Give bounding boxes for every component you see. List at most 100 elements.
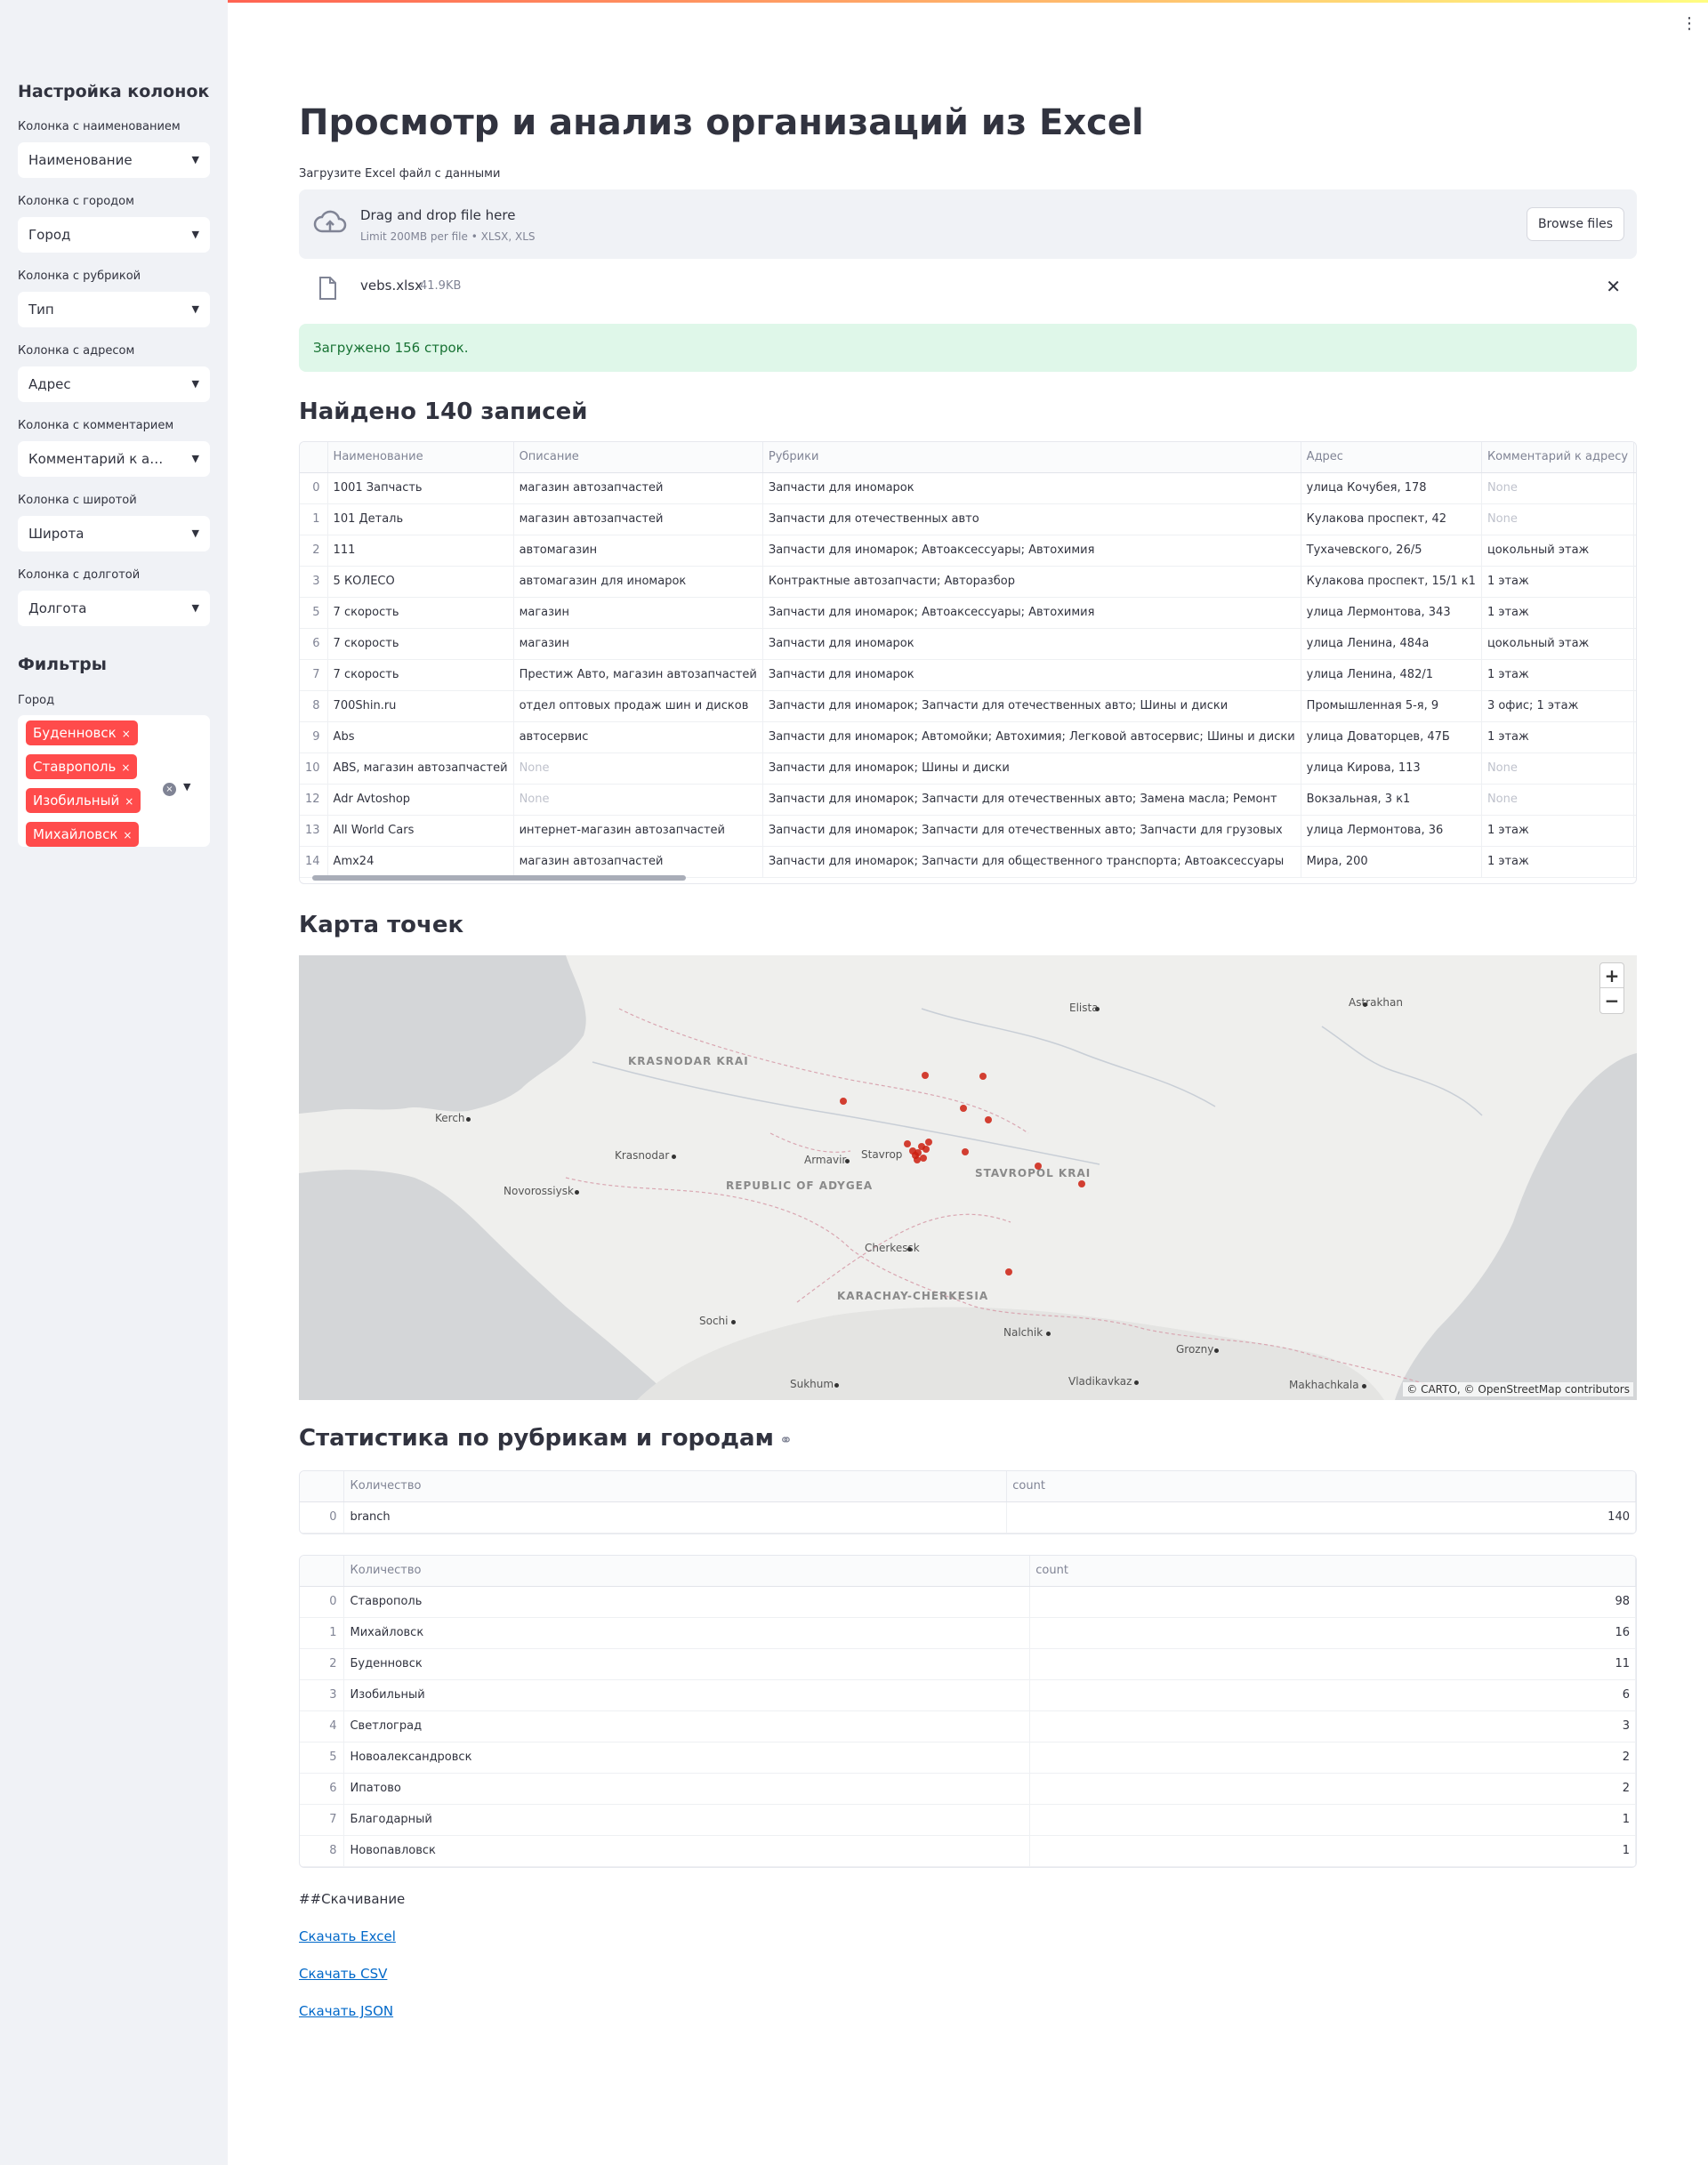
city-chip[interactable]: Михайловск × (26, 822, 140, 847)
table-row[interactable]: 0 1001 Запчасть магазин автозапчастей Запча… (300, 472, 1636, 504)
download-csv-link[interactable]: Скачать CSV (299, 1966, 387, 1982)
rubric-stats-grid: Количество count 0 branch 140 (300, 1471, 1636, 1533)
table-row[interactable]: 2 Буденновск 11 (300, 1648, 1636, 1680)
table-cell: 5 КОЛЕСО (327, 566, 514, 598)
table-cell: магазин автозапчастей (513, 846, 763, 878)
table-row[interactable]: 2 111 автомагазин Запчасти для иномарок; Ав… (300, 535, 1636, 567)
city-chip[interactable]: Ставрополь × (26, 754, 138, 779)
file-dropzone[interactable]: Drag and drop file here Limit 200MB per … (299, 189, 1637, 259)
table-cell: магазин (513, 597, 763, 629)
column-header[interactable]: Адрес (1301, 442, 1482, 473)
table-row[interactable]: 5 Новоалександровск 2 (300, 1742, 1636, 1774)
city-multiselect[interactable]: Буденновск × Ставрополь × Изобильный × Миха… (18, 715, 210, 847)
table-row[interactable]: 14 Amx24 магазин автозапчастей Запчасти для… (300, 846, 1636, 878)
longitude-column-select[interactable]: Долгота ▼ (18, 591, 210, 626)
main-menu-icon[interactable]: ⋮ (1681, 16, 1697, 32)
row-index: 1 (300, 1617, 345, 1649)
table-cell: улица Кочубея, 178 (1301, 472, 1482, 504)
upload-label: Загрузите Excel файл с данными (299, 167, 501, 181)
link-icon[interactable]: ⚭ (779, 1431, 793, 1450)
table-row[interactable]: 1 Михайловск 16 (300, 1617, 1636, 1649)
table-cell: 3 (1029, 1710, 1636, 1742)
remove-file-icon[interactable]: ✕ (1606, 276, 1621, 297)
close-icon[interactable]: × (121, 761, 130, 774)
table-row[interactable]: 8 Новопавловск 1 (300, 1835, 1636, 1867)
column-header[interactable]: Количество (343, 1471, 1008, 1502)
map-label-krasnodar: Krasnodar (615, 1149, 670, 1162)
column-header[interactable] (300, 1556, 345, 1587)
table-cell: Кулакова проспект, 42 (1301, 503, 1482, 535)
column-header[interactable]: Количество (343, 1556, 1031, 1587)
clear-all-icon[interactable]: × (163, 783, 176, 796)
table-row[interactable]: 13 All World Cars интернет-магазин автозап… (300, 815, 1636, 847)
column-header[interactable]: Описание (513, 442, 763, 473)
table-row[interactable]: 8 700Shin.ru отдел оптовых продаж шин и ди… (300, 690, 1636, 722)
zoom-in-button[interactable]: + (1600, 963, 1623, 988)
name-column-select[interactable]: Наименование ▼ (18, 142, 210, 178)
zoom-out-button[interactable]: − (1600, 988, 1623, 1013)
table-cell: 1001 Запчасть (327, 472, 514, 504)
column-header[interactable]: Наименование (327, 442, 514, 473)
city-column-label: Колонка с городом (18, 195, 134, 208)
chevron-down-icon: ▼ (191, 154, 199, 165)
latitude-column-select[interactable]: Широта ▼ (18, 516, 210, 551)
table-cell: 16 (1029, 1617, 1636, 1649)
city-chip[interactable]: Изобильный × (26, 788, 141, 813)
city-column-select[interactable]: Город ▼ (18, 217, 210, 253)
chevron-down-icon[interactable]: ▼ (183, 781, 190, 793)
row-index: 8 (300, 1835, 345, 1867)
download-excel-link[interactable]: Скачать Excel (299, 1928, 396, 1944)
table-cell: 355008 (1633, 784, 1636, 816)
close-icon[interactable]: × (125, 795, 133, 808)
column-header[interactable]: count (1006, 1471, 1636, 1502)
city-stats-grid: Количество count 0 Ставрополь 98 1 Михайловск… (300, 1556, 1636, 1867)
table-cell: 1 этаж (1481, 597, 1635, 629)
table-cell: Запчасти для иномарок; Запчасти для отеч… (762, 690, 1301, 722)
close-icon[interactable]: × (123, 829, 132, 841)
city-stats-table[interactable]: Количество count 0 Ставрополь 98 1 Михайловск… (299, 1555, 1637, 1868)
comment-column-label: Колонка с комментарием (18, 419, 174, 432)
map-label-stavropol: Stavrop (861, 1148, 903, 1161)
records-table[interactable]: Наименование Описание Рубрики Адрес Коммента… (299, 441, 1637, 884)
map[interactable]: + − Elista Astrakhan KRASNODAR KRAI Kerc… (299, 955, 1637, 1400)
horizontal-scrollbar[interactable] (312, 875, 686, 881)
table-row[interactable]: 3 Изобильный 6 (300, 1679, 1636, 1711)
column-header[interactable] (300, 442, 328, 473)
city-dot (907, 1247, 912, 1252)
download-json-link[interactable]: Скачать JSON (299, 2003, 393, 2019)
table-cell: 11 (1029, 1648, 1636, 1680)
chevron-down-icon: ▼ (191, 303, 199, 315)
column-header[interactable]: Рубрики (762, 442, 1301, 473)
table-row[interactable]: 6 Ипатово 2 (300, 1773, 1636, 1805)
column-header[interactable]: count (1029, 1556, 1636, 1587)
table-cell: улица Ленина, 484а (1301, 628, 1482, 660)
table-row[interactable]: 67 скорость магазин Запчасти для иномарок у… (300, 628, 1636, 660)
table-row[interactable]: 0 Ставрополь 98 (300, 1586, 1636, 1618)
table-row[interactable]: 7 Благодарный 1 (300, 1804, 1636, 1836)
comment-column-select[interactable]: Комментарий к адр… ▼ (18, 441, 210, 477)
table-row[interactable]: 9 Abs автосервис Запчасти для иномарок; Авт… (300, 721, 1636, 753)
rubric-column-select[interactable]: Тип ▼ (18, 292, 210, 327)
city-chip[interactable]: Буденновск × (26, 720, 138, 745)
table-row[interactable]: 4 Светлоград 3 (300, 1710, 1636, 1742)
map-label-sochi: Sochi (699, 1315, 729, 1327)
address-column-select[interactable]: Адрес ▼ (18, 366, 210, 402)
table-cell: Благодарный (343, 1804, 1031, 1836)
city-chip-label: Ставрополь (33, 759, 117, 775)
close-icon[interactable]: × (122, 728, 131, 740)
table-row[interactable]: 77 скорость Престиж Авто, магазин автозап… (300, 659, 1636, 691)
table-row[interactable]: 35 КОЛЕСО автомагазин для иномарок Контрак… (300, 566, 1636, 598)
browse-files-button[interactable]: Browse files (1526, 207, 1624, 241)
table-row[interactable]: 1 101 Деталь магазин автозапчастей Запчасти… (300, 503, 1636, 535)
table-row[interactable]: 10 ABS, магазин автозапчастей None Запчасти… (300, 753, 1636, 785)
table-cell: 355012 (1633, 815, 1636, 847)
table-row[interactable]: 12 Adr Avtoshop None Запчасти для иномарок;… (300, 784, 1636, 816)
records-table-grid: Наименование Описание Рубрики Адрес Коммента… (300, 442, 1636, 878)
column-header[interactable]: Комментарий к адресу (1481, 442, 1635, 473)
table-row[interactable]: 0 branch 140 (300, 1501, 1636, 1533)
column-header[interactable]: Почтовый индекс (1633, 442, 1636, 473)
rubric-stats-table[interactable]: Количество count 0 branch 140 (299, 1470, 1637, 1534)
table-row[interactable]: 57 скорость магазин Запчасти для иномарок;… (300, 597, 1636, 629)
column-header[interactable] (300, 1471, 345, 1502)
table-cell: 7 скорость (327, 628, 514, 660)
